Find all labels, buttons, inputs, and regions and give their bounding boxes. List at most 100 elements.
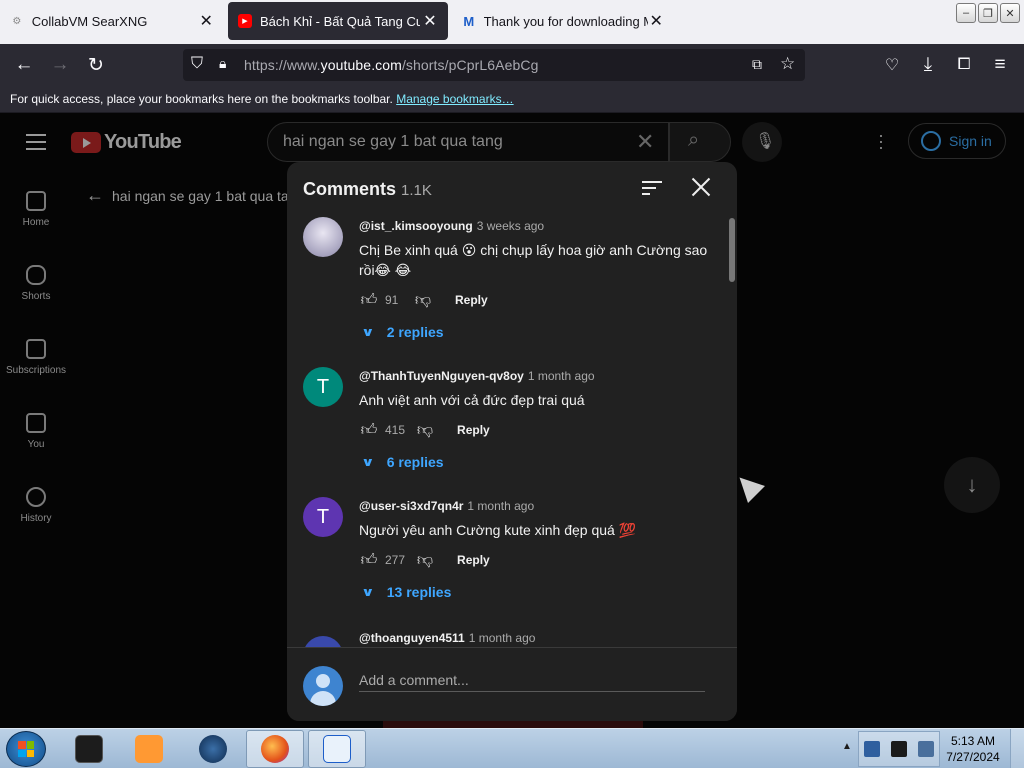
chevron-down-icon: ∨ <box>361 455 375 469</box>
dislike-icon[interactable]: 👎︎ <box>413 290 433 310</box>
url-text[interactable]: https://www.youtube.com/shorts/pCprL6Aeb… <box>244 57 538 73</box>
comment-author-line: @thoanguyen4511 1 month ago <box>359 631 535 645</box>
shorts-search-title: hai ngan se gay 1 bat qua ta <box>112 188 289 204</box>
comment-author-line: @ist_.kimsooyoung 3 weeks ago <box>359 219 544 233</box>
comment-author-line: @ThanhTuyenNguyen-qv8oy 1 month ago <box>359 369 595 383</box>
tab-youtube-short[interactable]: ▶ Bách Khỉ - Bất Quả Tang Cường ✕ <box>228 2 448 40</box>
taskbar-app-terminal[interactable] <box>60 730 118 768</box>
comments-scrollbar[interactable] <box>729 218 735 282</box>
address-bar[interactable]: ⛉ 🔒︎ https://www.youtube.com/shorts/pCpr… <box>183 49 805 81</box>
back-arrow-icon[interactable]: ← <box>11 52 37 78</box>
comments-list[interactable]: @ist_.kimsooyoung 3 weeks ago Chị Be xinh… <box>287 214 737 647</box>
reload-icon[interactable]: ↻ <box>83 52 109 78</box>
comment-author[interactable]: @thoanguyen4511 <box>359 631 465 645</box>
taskbar-app-firefox[interactable] <box>246 730 304 768</box>
extensions-icon[interactable]: ⧠ <box>951 52 977 78</box>
downloads-icon[interactable]: ⤓ <box>915 52 941 78</box>
pocket-icon[interactable]: ♡ <box>879 52 905 78</box>
tab-collabvm-searxng[interactable]: ⚙ CollabVM SearXNG ✕ <box>0 2 224 40</box>
tab-close-icon[interactable]: ✕ <box>648 11 664 31</box>
dislike-icon[interactable]: 👎︎ <box>415 420 435 440</box>
comment-time[interactable]: 1 month ago <box>467 499 534 513</box>
taskbar-app-media-player[interactable] <box>120 730 178 768</box>
search-button[interactable]: ⌕ <box>669 122 731 162</box>
lock-icon[interactable]: 🔒︎ <box>219 55 226 72</box>
comment-item: T @ThanhTuyenNguyen-qv8oy 1 month ago Anh… <box>303 364 723 494</box>
comment-author[interactable]: @user-si3xd7qn4r <box>359 499 463 513</box>
maximize-window-button[interactable]: ❐ <box>978 3 998 23</box>
sidebar-item-you[interactable]: You <box>0 413 72 450</box>
screenshot-icon[interactable]: ⧉ <box>752 56 762 73</box>
tab-label: Thank you for downloading Ma <box>483 13 649 29</box>
menu-icon[interactable]: ≡ <box>987 52 1013 78</box>
back-arrow-icon: ← <box>86 185 104 205</box>
tab-close-icon[interactable]: ✕ <box>422 11 438 31</box>
taskbar-app-globe[interactable] <box>184 730 242 768</box>
forward-arrow-icon[interactable]: → <box>47 52 73 78</box>
like-icon[interactable]: 👍︎ <box>359 550 379 570</box>
avatar[interactable]: T <box>303 367 343 407</box>
reply-button[interactable]: Reply <box>457 423 490 437</box>
voice-search-button[interactable]: 🎙︎ <box>742 122 782 162</box>
minimize-window-button[interactable]: – <box>956 3 976 23</box>
clock-date: 7/27/2024 <box>946 750 1000 764</box>
sidebar-item-history[interactable]: History <box>0 487 72 524</box>
computer-icon[interactable] <box>890 741 907 757</box>
reply-button[interactable]: Reply <box>457 553 490 567</box>
terminal-icon <box>75 735 103 763</box>
sidebar-item-shorts[interactable]: Shorts <box>0 265 72 302</box>
comment-time[interactable]: 3 weeks ago <box>477 219 544 233</box>
comments-header: Comments 1.1K <box>287 162 737 214</box>
like-icon[interactable]: 👍︎ <box>359 290 379 310</box>
close-window-button[interactable]: ✕ <box>1000 3 1020 23</box>
sidebar-item-label: Subscriptions <box>5 365 67 376</box>
comment-author[interactable]: @ThanhTuyenNguyen-qv8oy <box>359 369 524 383</box>
taskbar-app-installer[interactable] <box>308 730 366 768</box>
more-options-icon[interactable]: · · · <box>878 126 884 156</box>
comment-author[interactable]: @ist_.kimsooyoung <box>359 219 473 233</box>
youtube-favicon-icon: ▶ <box>238 14 252 28</box>
comment-actions: 👍︎ 277 👎︎ Reply <box>359 550 490 570</box>
add-comment-input[interactable] <box>359 668 705 692</box>
close-icon[interactable] <box>689 175 713 199</box>
subscriptions-icon <box>26 339 46 359</box>
replies-label: 2 replies <box>386 324 444 340</box>
shield-icon[interactable]: ⛉ <box>191 55 203 73</box>
avatar[interactable]: T <box>303 636 343 647</box>
tab-malwarebytes-download[interactable]: M Thank you for downloading Ma ✕ <box>452 2 674 40</box>
comment-author-line: @user-si3xd7qn4r 1 month ago <box>359 499 534 513</box>
sidebar-item-home[interactable]: Home <box>0 191 72 228</box>
view-replies-button[interactable]: ∨ 2 replies <box>361 324 444 340</box>
shorts-back-title[interactable]: ← hai ngan se gay 1 bat qua ta <box>86 185 289 206</box>
bookmark-star-icon[interactable]: ☆ <box>780 54 795 74</box>
avatar[interactable] <box>303 217 343 257</box>
network-icon[interactable] <box>864 741 881 757</box>
sidebar-item-subscriptions[interactable]: Subscriptions <box>0 339 72 376</box>
sign-in-button[interactable]: Sign in <box>908 123 1006 159</box>
volume-icon[interactable] <box>917 741 934 757</box>
youtube-search-input[interactable]: hai ngan se gay 1 bat qua tang <box>267 122 669 162</box>
manage-bookmarks-link[interactable]: Manage bookmarks… <box>396 92 513 106</box>
hamburger-menu-icon[interactable] <box>26 134 46 155</box>
account-icon <box>921 131 941 151</box>
sort-icon[interactable] <box>642 181 662 199</box>
next-short-button[interactable]: ↓ <box>944 457 1000 513</box>
comment-time[interactable]: 1 month ago <box>469 631 536 645</box>
dislike-icon[interactable]: 👎︎ <box>415 550 435 570</box>
start-button[interactable] <box>6 731 46 767</box>
youtube-logo[interactable]: YouTube <box>71 131 182 154</box>
view-replies-button[interactable]: ∨ 13 replies <box>361 584 451 600</box>
clear-search-icon[interactable]: ✕ <box>636 129 654 155</box>
show-desktop-button[interactable] <box>1010 729 1024 768</box>
taskbar-clock[interactable]: 5:13 AM 7/27/2024 <box>940 733 1006 765</box>
url-domain: youtube.com <box>320 57 402 73</box>
avatar[interactable]: T <box>303 497 343 537</box>
tab-close-icon[interactable]: ✕ <box>198 11 214 31</box>
tab-label: CollabVM SearXNG <box>31 13 148 29</box>
comment-time[interactable]: 1 month ago <box>528 369 595 383</box>
show-hidden-icons-icon[interactable]: ▲ <box>842 741 852 752</box>
like-icon[interactable]: 👍︎ <box>359 420 379 440</box>
tab-label: Bách Khỉ - Bất Quả Tang Cường <box>260 13 420 29</box>
view-replies-button[interactable]: ∨ 6 replies <box>361 454 444 470</box>
reply-button[interactable]: Reply <box>455 293 488 307</box>
